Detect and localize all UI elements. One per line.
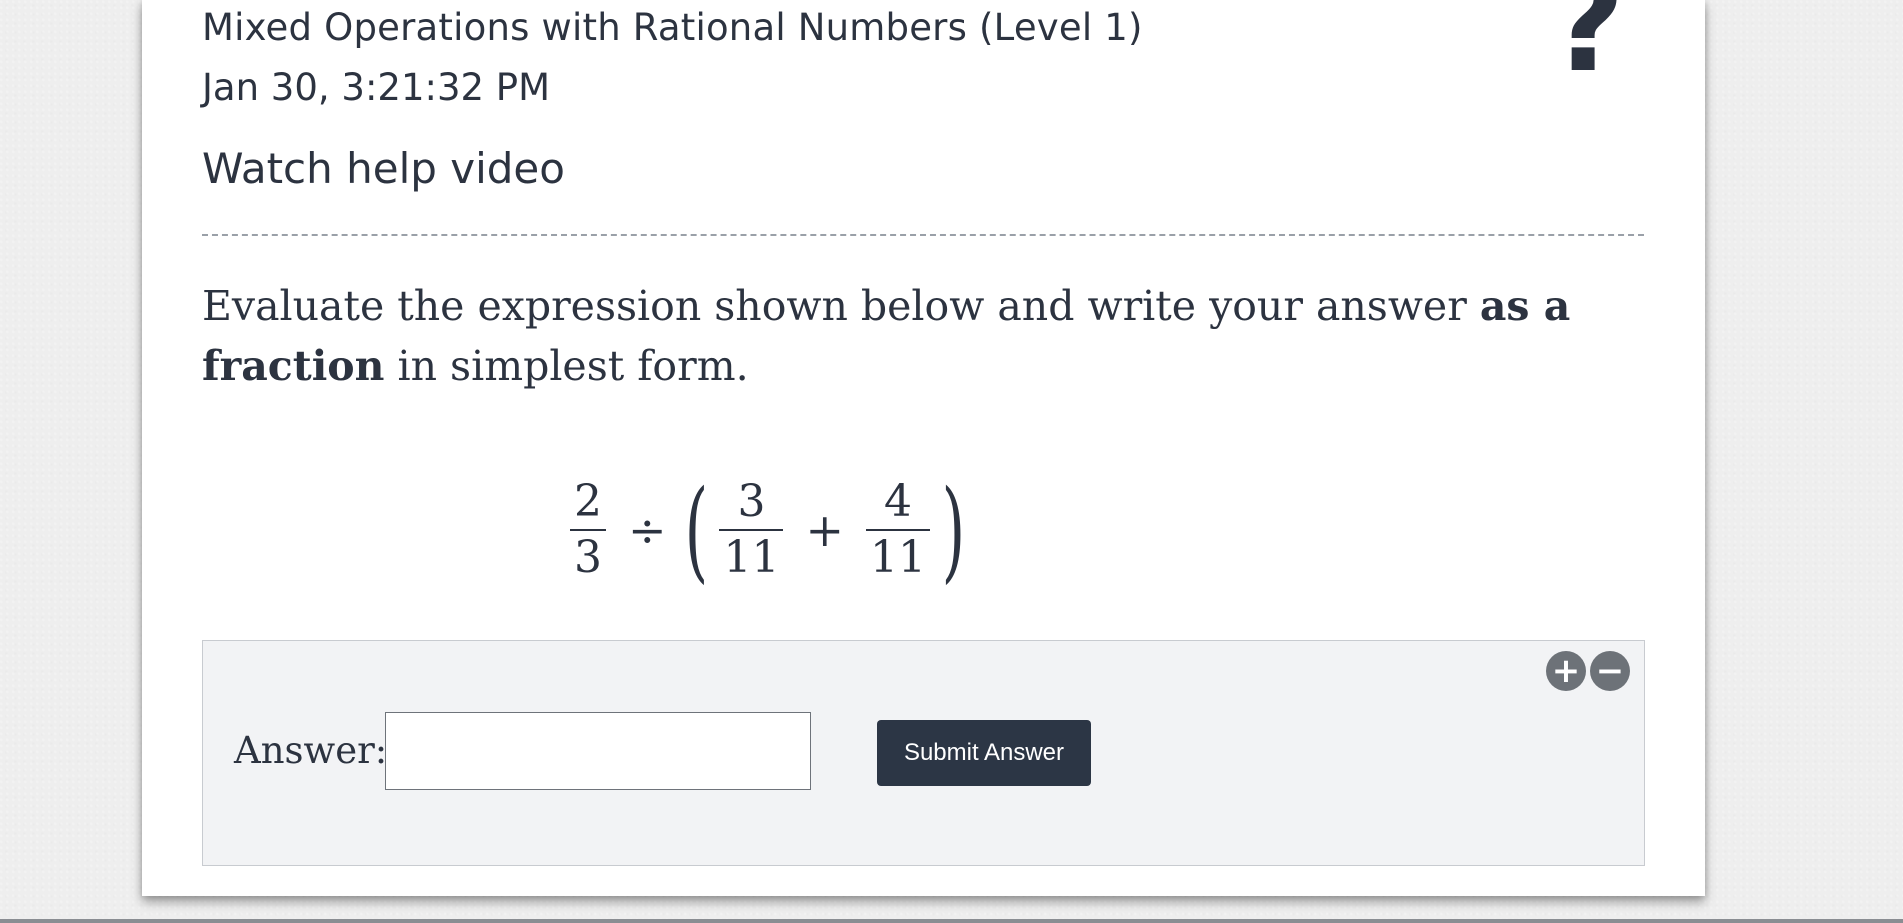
instruction-text-end: in simplest form. — [384, 342, 749, 390]
assignment-timestamp: Jan 30, 3:21:32 PM — [202, 66, 551, 109]
zoom-in-icon[interactable]: + — [1546, 651, 1586, 691]
watch-help-video-link[interactable]: Watch help video — [202, 144, 565, 193]
plus-operator: + — [805, 503, 845, 557]
math-expression: 2 3 ÷ ( 3 11 + 4 11 ) — [562, 468, 969, 592]
bottom-border — [0, 919, 1903, 923]
zoom-out-icon[interactable]: − — [1590, 651, 1630, 691]
fraction-one-numerator: 2 — [574, 476, 602, 527]
fraction-one: 2 3 — [570, 475, 606, 585]
fraction-three-denominator: 11 — [870, 532, 927, 583]
fraction-three: 4 11 — [866, 475, 931, 585]
answer-label: Answer: — [234, 729, 388, 772]
instruction-text-start: Evaluate the expression shown below and … — [202, 282, 1480, 330]
problem-instructions: Evaluate the expression shown below and … — [202, 276, 1652, 396]
fraction-one-denominator: 3 — [574, 532, 602, 583]
fraction-three-numerator: 4 — [884, 476, 913, 527]
submit-answer-button[interactable]: Submit Answer — [877, 720, 1091, 786]
fraction-two-denominator: 11 — [723, 532, 780, 583]
assignment-title: Mixed Operations with Rational Numbers (… — [202, 6, 1143, 49]
help-question-icon[interactable]: ? — [1550, 0, 1625, 90]
fraction-two: 3 11 — [719, 475, 784, 585]
fraction-two-numerator: 3 — [737, 476, 766, 527]
section-divider — [202, 234, 1644, 236]
close-parenthesis: ) — [941, 466, 966, 594]
divide-operator: ÷ — [628, 503, 667, 557]
question-card: Mixed Operations with Rational Numbers (… — [142, 0, 1705, 896]
open-parenthesis: ( — [684, 466, 708, 594]
answer-input[interactable] — [385, 712, 811, 790]
answer-panel: + − Answer: Submit Answer — [202, 640, 1645, 866]
